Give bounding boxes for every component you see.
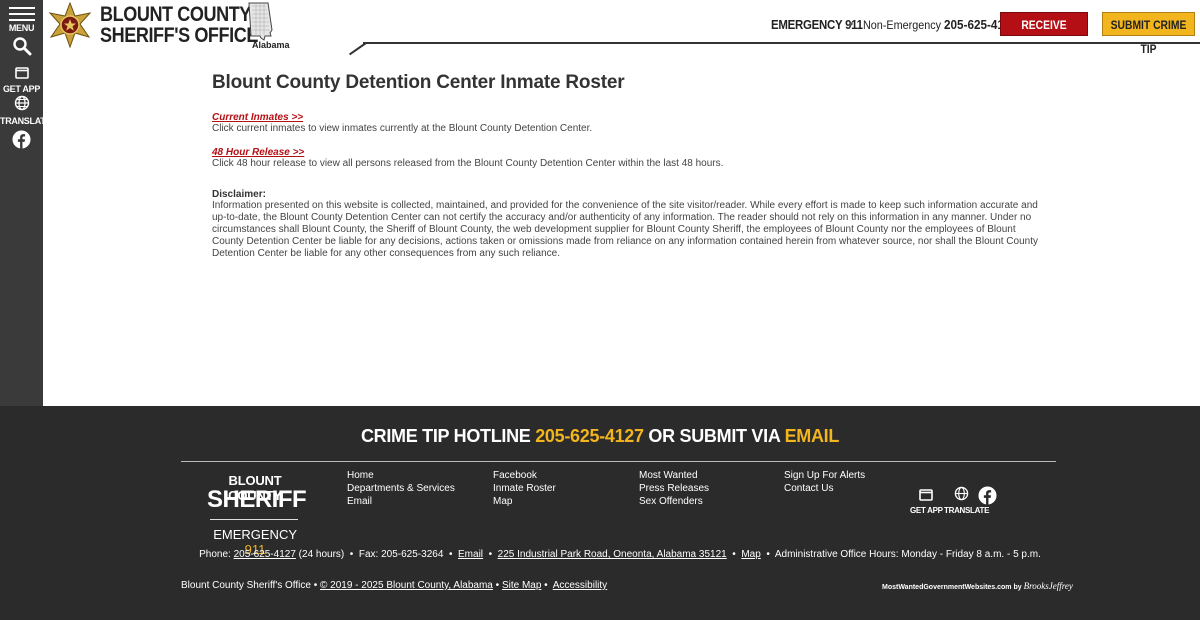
footer-brand-line-2: SHERIFF <box>207 486 307 513</box>
submit-crime-tip-label: SUBMIT CRIME TIP <box>1110 18 1187 56</box>
footer-contact-line: Phone: 205-625-4127 (24 hours) • Fax: 20… <box>199 549 1041 560</box>
footer-translate-label: TRANSLATE <box>944 506 990 515</box>
receive-alerts-label: RECEIVE ALERTS <box>1021 18 1067 56</box>
submit-crime-tip-button[interactable]: SUBMIT CRIME TIP <box>1102 12 1195 56</box>
header-divider <box>363 42 1200 44</box>
footer-links-column-4: Sign Up For Alerts Contact Us <box>784 469 865 495</box>
left-sidebar: MENU GET APP TRANSLATE <box>0 0 52 406</box>
footer-link-map[interactable]: Map <box>493 495 556 508</box>
hotline-number[interactable]: 205-625-4127 <box>535 426 644 446</box>
translate-label: TRANSLATE <box>0 116 52 126</box>
footer-office-hours: Administrative Office Hours: Monday - Fr… <box>774 549 1041 560</box>
footer-links-column-3: Most Wanted Press Releases Sex Offenders <box>639 469 709 508</box>
facebook-icon <box>12 130 31 149</box>
brand-line-1: BLOUNT COUNTY <box>100 3 251 26</box>
footer-copyright-owner: Blount County Sheriff's Office <box>181 580 311 591</box>
crime-tip-hotline: CRIME TIP HOTLINE 205-625-4127 OR SUBMIT… <box>0 426 1200 447</box>
footer-link-departments[interactable]: Departments & Services <box>347 482 455 495</box>
search-button[interactable] <box>0 36 43 61</box>
footer-accessibility-link[interactable]: Accessibility <box>553 580 607 591</box>
footer-credit-company: BrooksJeffrey <box>1023 581 1073 591</box>
get-app-button[interactable]: GET APP <box>0 66 43 94</box>
footer-globe-icon <box>954 486 968 501</box>
footer-map-link[interactable]: Map <box>741 549 760 560</box>
footer-site-map-link[interactable]: Site Map <box>502 580 541 591</box>
footer-link-sign-up-alerts[interactable]: Sign Up For Alerts <box>784 469 865 482</box>
hotline-email-link[interactable]: EMAIL <box>785 426 840 446</box>
footer-credit-by: by <box>1013 584 1022 591</box>
hotline-prefix: CRIME TIP HOTLINE <box>360 426 531 446</box>
footer-links-column-1: Home Departments & Services Email <box>347 469 455 508</box>
footer-email-link[interactable]: Email <box>458 549 483 560</box>
site-footer: CRIME TIP HOTLINE 205-625-4127 OR SUBMIT… <box>0 406 1200 620</box>
disclaimer-heading: Disclaimer: <box>212 189 266 200</box>
footer-emergency-label: EMERGENCY <box>213 527 297 542</box>
footer-divider <box>181 461 1056 462</box>
footer-phone-number[interactable]: 205-625-4127 <box>234 549 296 560</box>
menu-label: MENU <box>8 23 35 33</box>
search-icon <box>12 37 31 56</box>
footer-address-link[interactable]: 225 Industrial Park Road, Oneonta, Alaba… <box>498 549 727 560</box>
phone-app-icon <box>14 67 29 79</box>
disclaimer-text: Information presented on this website is… <box>212 200 1038 259</box>
footer-phone-app-icon <box>919 489 933 501</box>
footer-facebook-icon <box>977 486 997 505</box>
site-brand-title[interactable]: BLOUNT COUNTY SHERIFF'S OFFICE <box>100 4 258 46</box>
footer-link-facebook[interactable]: Facebook <box>493 469 556 482</box>
get-app-label: GET APP <box>2 84 41 94</box>
footer-copyright: Blount County Sheriff's Office • © 2019 … <box>181 580 608 591</box>
brand-line-2: SHERIFF'S OFFICE <box>100 24 258 47</box>
current-inmates-description: Click current inmates to view inmates cu… <box>212 123 593 134</box>
footer-phone-note: (24 hours) <box>298 549 345 560</box>
page-title: Blount County Detention Center Inmate Ro… <box>212 72 625 93</box>
48-hour-release-description: Click 48 hour release to view all person… <box>212 158 724 169</box>
footer-get-app-label: GET APP <box>910 506 943 515</box>
state-label: Alabama <box>252 40 290 50</box>
sheriff-star-badge-icon[interactable] <box>47 2 93 48</box>
hotline-mid: OR SUBMIT VIA <box>648 426 780 446</box>
footer-link-inmate-roster[interactable]: Inmate Roster <box>493 482 556 495</box>
footer-phone-label: Phone: <box>199 549 231 560</box>
current-inmates-link[interactable]: Current Inmates >> <box>212 112 1042 123</box>
header-divider-notch <box>349 42 367 56</box>
footer-facebook-button[interactable] <box>977 486 997 510</box>
site-header: BLOUNT COUNTY SHERIFF'S OFFICE Alabama E… <box>43 0 1200 56</box>
alabama-map-icon <box>248 2 273 41</box>
48-hour-release-link[interactable]: 48 Hour Release >> <box>212 147 1042 158</box>
translate-button[interactable]: TRANSLATE <box>0 95 52 126</box>
main-content: Blount County Detention Center Inmate Ro… <box>212 72 1042 260</box>
footer-copyright-link[interactable]: © 2019 - 2025 Blount County, Alabama <box>320 580 493 591</box>
facebook-button[interactable] <box>0 130 43 154</box>
footer-credit[interactable]: MostWantedGovernmentWebsites.com by Broo… <box>882 581 1073 591</box>
non-emergency-label: Non-Emergency <box>863 18 942 32</box>
menu-button[interactable]: MENU <box>0 7 43 37</box>
footer-link-home[interactable]: Home <box>347 469 455 482</box>
footer-link-press-releases[interactable]: Press Releases <box>639 482 709 495</box>
footer-get-app-button[interactable]: GET APP <box>910 488 943 515</box>
footer-brand-divider <box>210 519 298 520</box>
separator-dot: • <box>849 17 854 31</box>
footer-links-column-2: Facebook Inmate Roster Map <box>493 469 556 508</box>
footer-link-contact-us[interactable]: Contact Us <box>784 482 865 495</box>
globe-icon <box>14 95 29 111</box>
footer-link-email[interactable]: Email <box>347 495 455 508</box>
footer-fax: Fax: 205-625-3264 <box>358 549 444 560</box>
footer-link-most-wanted[interactable]: Most Wanted <box>639 469 709 482</box>
footer-translate-button[interactable]: TRANSLATE <box>944 486 990 515</box>
footer-link-sex-offenders[interactable]: Sex Offenders <box>639 495 709 508</box>
receive-alerts-button[interactable]: RECEIVE ALERTS <box>1000 12 1088 56</box>
footer-credit-site: MostWantedGovernmentWebsites.com <box>882 584 1012 591</box>
non-emergency-info[interactable]: Non-Emergency 205-625-4127 <box>863 17 1017 32</box>
